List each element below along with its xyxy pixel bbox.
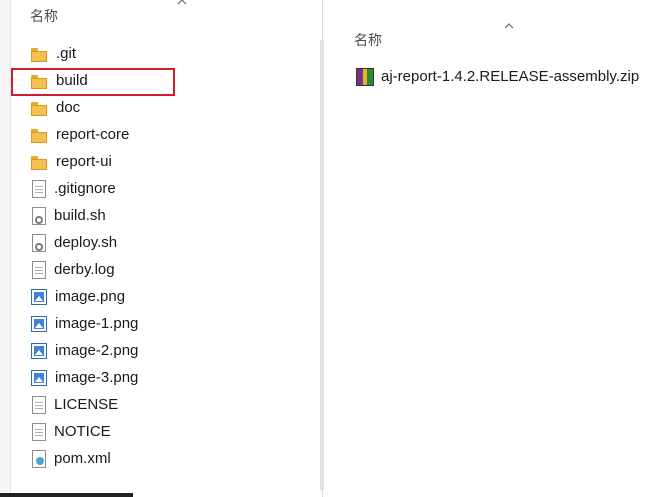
folder-icon [30, 126, 48, 144]
highlight-box [11, 68, 175, 96]
script-file-icon [32, 233, 46, 252]
left-file-pane: 名称 .git build doc report-core report-ui … [0, 0, 324, 497]
file-row[interactable]: report-core [30, 121, 315, 148]
file-name: NOTICE [54, 423, 111, 440]
file-row[interactable]: image-1.png [30, 310, 315, 337]
navigation-strip [0, 0, 11, 497]
file-row[interactable]: image.png [30, 283, 315, 310]
file-row[interactable]: deploy.sh [30, 229, 315, 256]
sort-ascending-icon [177, 0, 187, 5]
text-file-icon [32, 260, 46, 279]
blank-file-icon [32, 422, 46, 441]
file-row[interactable]: LICENSE [30, 391, 315, 418]
file-row[interactable]: image-2.png [30, 337, 315, 364]
image-file-icon [31, 315, 47, 332]
file-name: doc [56, 99, 81, 116]
file-name-zip[interactable]: aj-report-1.4.2.RELEASE-assembly.zip [381, 68, 639, 85]
column-header-name[interactable]: 名称 [30, 6, 58, 26]
image-file-icon [31, 369, 47, 386]
file-row[interactable]: report-ui [30, 148, 315, 175]
file-name: LICENSE [54, 396, 119, 413]
file-name: build.sh [54, 207, 106, 224]
folder-icon [30, 45, 48, 63]
file-name: report-core [56, 126, 130, 143]
file-name: derby.log [54, 261, 115, 278]
file-row[interactable]: .git [30, 40, 315, 67]
vertical-scrollbar[interactable] [320, 40, 324, 490]
zip-archive-icon [356, 68, 374, 86]
xml-file-icon [32, 449, 46, 468]
file-name: deploy.sh [54, 234, 118, 251]
file-row[interactable]: image-3.png [30, 364, 315, 391]
file-name: .git [56, 45, 77, 62]
file-row[interactable]: .gitignore [30, 175, 315, 202]
image-file-icon [31, 288, 47, 305]
file-row[interactable]: doc [30, 94, 315, 121]
folder-icon [30, 99, 48, 117]
file-name: image-3.png [55, 369, 139, 386]
file-name: image-2.png [55, 342, 139, 359]
text-file-icon [32, 179, 46, 198]
bottom-scroll-indicator [0, 493, 133, 497]
sort-ascending-icon [504, 23, 514, 29]
file-name: pom.xml [54, 450, 111, 467]
column-header-name-right[interactable]: 名称 [354, 30, 382, 50]
file-row[interactable]: NOTICE [30, 418, 315, 445]
file-name: image.png [55, 288, 126, 305]
file-row[interactable]: pom.xml [30, 445, 315, 472]
blank-file-icon [32, 395, 46, 414]
script-file-icon [32, 206, 46, 225]
file-name: report-ui [56, 153, 112, 170]
file-name: image-1.png [55, 315, 139, 332]
file-name: .gitignore [54, 180, 116, 197]
folder-icon [30, 153, 48, 171]
file-row[interactable]: build.sh [30, 202, 315, 229]
image-file-icon [31, 342, 47, 359]
file-row[interactable]: derby.log [30, 256, 315, 283]
